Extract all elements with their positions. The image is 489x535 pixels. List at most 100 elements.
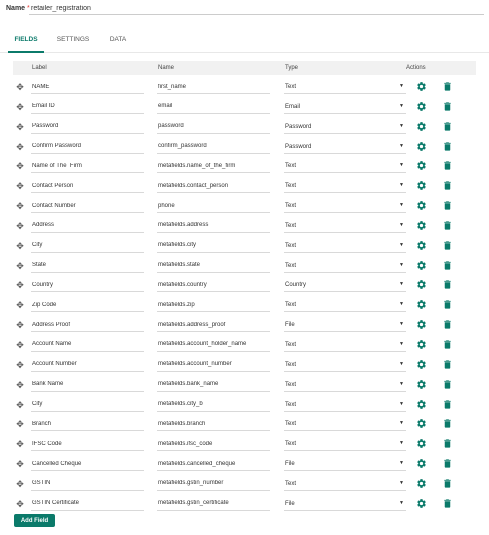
trash-icon[interactable] <box>442 418 453 429</box>
drag-handle-icon[interactable]: ✥ <box>15 340 25 350</box>
drag-handle-icon[interactable]: ✥ <box>15 142 25 152</box>
trash-icon[interactable] <box>442 121 453 132</box>
trash-icon[interactable] <box>442 260 453 271</box>
field-type-select[interactable]: Text ▼ <box>284 338 406 352</box>
field-type-select[interactable]: Text ▼ <box>284 398 406 412</box>
field-name-input[interactable] <box>157 278 270 293</box>
trash-icon[interactable] <box>442 101 453 112</box>
field-name-input[interactable] <box>157 337 270 352</box>
field-type-select[interactable]: Text ▼ <box>284 298 406 313</box>
gear-icon[interactable] <box>416 101 427 112</box>
gear-icon[interactable] <box>416 180 427 191</box>
field-label-input[interactable] <box>31 337 144 352</box>
drag-handle-icon[interactable]: ✥ <box>15 181 25 191</box>
gear-icon[interactable] <box>416 478 427 489</box>
gear-icon[interactable] <box>416 141 427 152</box>
field-type-select[interactable]: Text ▼ <box>284 477 406 491</box>
field-label-input[interactable] <box>31 139 144 154</box>
trash-icon[interactable] <box>442 180 453 191</box>
field-name-input[interactable] <box>157 80 270 94</box>
field-name-input[interactable] <box>157 318 270 333</box>
field-name-input[interactable] <box>157 99 270 114</box>
trash-icon[interactable] <box>442 200 453 211</box>
field-label-input[interactable] <box>31 397 144 412</box>
drag-handle-icon[interactable]: ✥ <box>15 261 25 271</box>
field-label-input[interactable] <box>31 476 144 491</box>
trash-icon[interactable] <box>442 160 453 171</box>
trash-icon[interactable] <box>442 379 453 390</box>
field-type-select[interactable]: Text ▼ <box>284 239 406 253</box>
drag-handle-icon[interactable]: ✥ <box>15 201 25 211</box>
field-label-input[interactable] <box>31 457 144 472</box>
drag-handle-icon[interactable]: ✥ <box>15 400 25 410</box>
drag-handle-icon[interactable]: ✥ <box>15 360 25 370</box>
field-type-select[interactable]: Text ▼ <box>284 378 406 392</box>
field-label-input[interactable] <box>31 238 144 253</box>
field-type-select[interactable]: Country ▼ <box>284 278 406 293</box>
field-label-input[interactable] <box>31 357 144 372</box>
trash-icon[interactable] <box>442 240 453 251</box>
drag-handle-icon[interactable]: ✥ <box>15 380 25 390</box>
trash-icon[interactable] <box>442 399 453 410</box>
drag-handle-icon[interactable]: ✥ <box>15 439 25 449</box>
field-label-input[interactable] <box>31 417 144 432</box>
field-name-input[interactable] <box>157 199 270 214</box>
trash-icon[interactable] <box>442 220 453 231</box>
tab-fields[interactable]: FIELDS <box>8 27 44 53</box>
field-type-select[interactable]: Text ▼ <box>284 199 406 214</box>
drag-handle-icon[interactable]: ✥ <box>15 82 25 92</box>
field-name-input[interactable] <box>157 457 270 472</box>
gear-icon[interactable] <box>416 200 427 211</box>
gear-icon[interactable] <box>416 220 427 231</box>
drag-handle-icon[interactable]: ✥ <box>15 499 25 509</box>
drag-handle-icon[interactable]: ✥ <box>15 419 25 429</box>
field-label-input[interactable] <box>31 377 144 392</box>
field-label-input[interactable] <box>31 99 144 114</box>
trash-icon[interactable] <box>442 339 453 350</box>
gear-icon[interactable] <box>416 458 427 469</box>
field-label-input[interactable] <box>31 179 144 194</box>
field-label-input[interactable] <box>31 159 144 174</box>
field-label-input[interactable] <box>31 199 144 214</box>
field-type-select[interactable]: Text ▼ <box>284 219 406 233</box>
field-label-input[interactable] <box>31 218 144 233</box>
gear-icon[interactable] <box>416 379 427 390</box>
field-name-input[interactable] <box>157 377 270 392</box>
trash-icon[interactable] <box>442 81 453 92</box>
field-type-select[interactable]: Text ▼ <box>284 259 406 273</box>
add-field-button[interactable]: Add Field <box>14 514 55 527</box>
field-label-input[interactable] <box>31 496 144 511</box>
drag-handle-icon[interactable]: ✥ <box>15 300 25 310</box>
field-label-input[interactable] <box>31 119 144 134</box>
field-name-input[interactable] <box>157 159 270 174</box>
trash-icon[interactable] <box>442 438 453 449</box>
drag-handle-icon[interactable]: ✥ <box>15 102 25 112</box>
tab-settings[interactable]: SETTINGS <box>53 27 93 52</box>
trash-icon[interactable] <box>442 299 453 310</box>
field-type-select[interactable]: Email ▼ <box>284 100 406 114</box>
gear-icon[interactable] <box>416 279 427 290</box>
field-label-input[interactable] <box>31 278 144 293</box>
field-name-input[interactable] <box>157 357 270 372</box>
gear-icon[interactable] <box>416 299 427 310</box>
gear-icon[interactable] <box>416 240 427 251</box>
drag-handle-icon[interactable]: ✥ <box>15 161 25 171</box>
field-type-select[interactable]: Text ▼ <box>284 179 406 194</box>
gear-icon[interactable] <box>416 160 427 171</box>
gear-icon[interactable] <box>416 498 427 509</box>
field-type-select[interactable]: Text ▼ <box>284 159 406 174</box>
form-name-input[interactable] <box>29 3 484 15</box>
gear-icon[interactable] <box>416 260 427 271</box>
gear-icon[interactable] <box>416 81 427 92</box>
gear-icon[interactable] <box>416 339 427 350</box>
field-label-input[interactable] <box>31 437 144 452</box>
field-type-select[interactable]: Text ▼ <box>284 437 406 452</box>
field-name-input[interactable] <box>157 218 270 233</box>
gear-icon[interactable] <box>416 438 427 449</box>
field-name-input[interactable] <box>157 119 270 134</box>
gear-icon[interactable] <box>416 319 427 330</box>
drag-handle-icon[interactable]: ✥ <box>15 221 25 231</box>
gear-icon[interactable] <box>416 359 427 370</box>
field-name-input[interactable] <box>157 238 270 253</box>
drag-handle-icon[interactable]: ✥ <box>15 280 25 290</box>
